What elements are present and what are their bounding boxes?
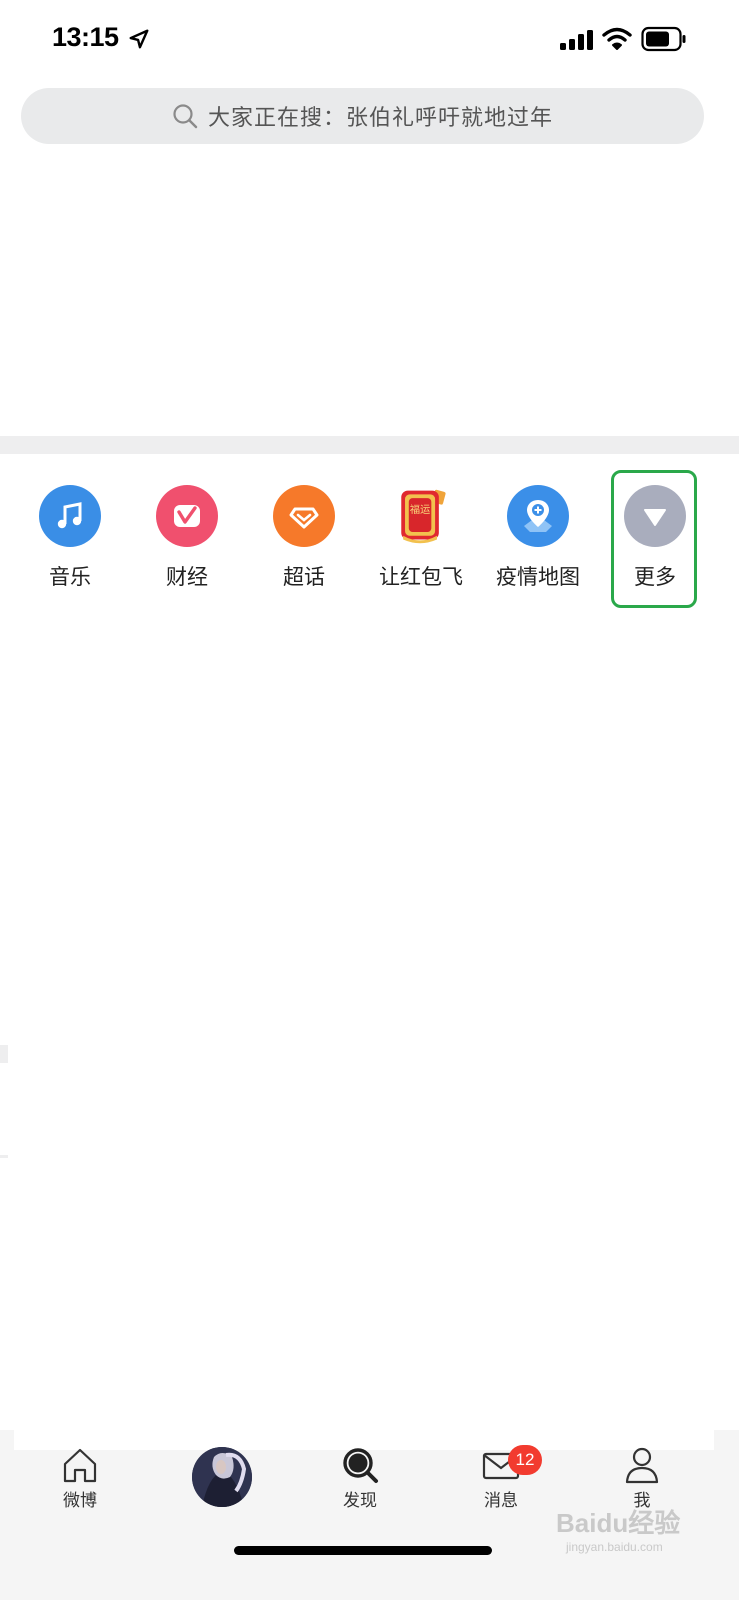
baidu-watermark: Baidu经验 <box>556 1508 681 1538</box>
search-bar[interactable]: 大家正在搜：张伯礼呼吁就地过年 <box>21 88 704 144</box>
tab-home[interactable]: 微博 <box>60 1446 100 1511</box>
status-time: 13:15 <box>52 22 119 52</box>
edge-mark <box>0 1155 8 1158</box>
shortcut-label: 让红包飞 <box>379 565 463 589</box>
baidu-watermark-url: jingyan.baidu.com <box>566 1540 663 1554</box>
shortcut-epidemic-map[interactable]: 疫情地图 <box>479 485 597 595</box>
location-arrow-icon <box>129 29 149 49</box>
tab-label: 发现 <box>343 1491 377 1511</box>
search-icon <box>173 104 198 129</box>
music-icon <box>39 485 101 547</box>
edge-mark <box>0 1045 8 1063</box>
status-bar: 13:15 <box>0 0 739 80</box>
shortcut-label: 疫情地图 <box>496 565 580 589</box>
tab-label: 消息 <box>484 1491 518 1511</box>
shortcut-music[interactable]: 音乐 <box>11 485 129 595</box>
battery-icon <box>641 26 686 52</box>
epidemic-map-icon <box>507 485 569 547</box>
search-placeholder: 大家正在搜：张伯礼呼吁就地过年 <box>207 106 553 131</box>
home-icon <box>63 1448 97 1483</box>
super-topic-icon <box>273 485 335 547</box>
red-packet-badge-text: 福运 <box>410 503 431 516</box>
section-divider <box>0 436 739 454</box>
home-indicator <box>234 1546 492 1555</box>
message-badge: 12 <box>508 1445 542 1475</box>
shortcut-label: 超话 <box>283 565 325 589</box>
tab-profile[interactable]: 我 <box>622 1446 662 1511</box>
avatar-image <box>192 1447 252 1507</box>
cellular-signal-icon <box>560 30 593 50</box>
red-packet-icon: 福运 <box>390 485 452 547</box>
shortcut-label: 财经 <box>166 565 208 589</box>
avatar[interactable] <box>192 1447 252 1507</box>
finance-icon <box>156 485 218 547</box>
shortcut-red-packet[interactable]: 福运 让红包飞 <box>362 485 480 595</box>
discover-icon <box>343 1448 378 1483</box>
tab-discover[interactable]: 发现 <box>340 1446 380 1511</box>
highlight-annotation <box>611 470 697 608</box>
shortcut-label: 音乐 <box>49 565 91 589</box>
tab-label: 微博 <box>63 1491 97 1511</box>
shortcut-super-topic[interactable]: 超话 <box>245 485 363 595</box>
shortcut-finance[interactable]: 财经 <box>128 485 246 595</box>
profile-icon <box>625 1447 659 1484</box>
wifi-icon <box>602 27 632 50</box>
